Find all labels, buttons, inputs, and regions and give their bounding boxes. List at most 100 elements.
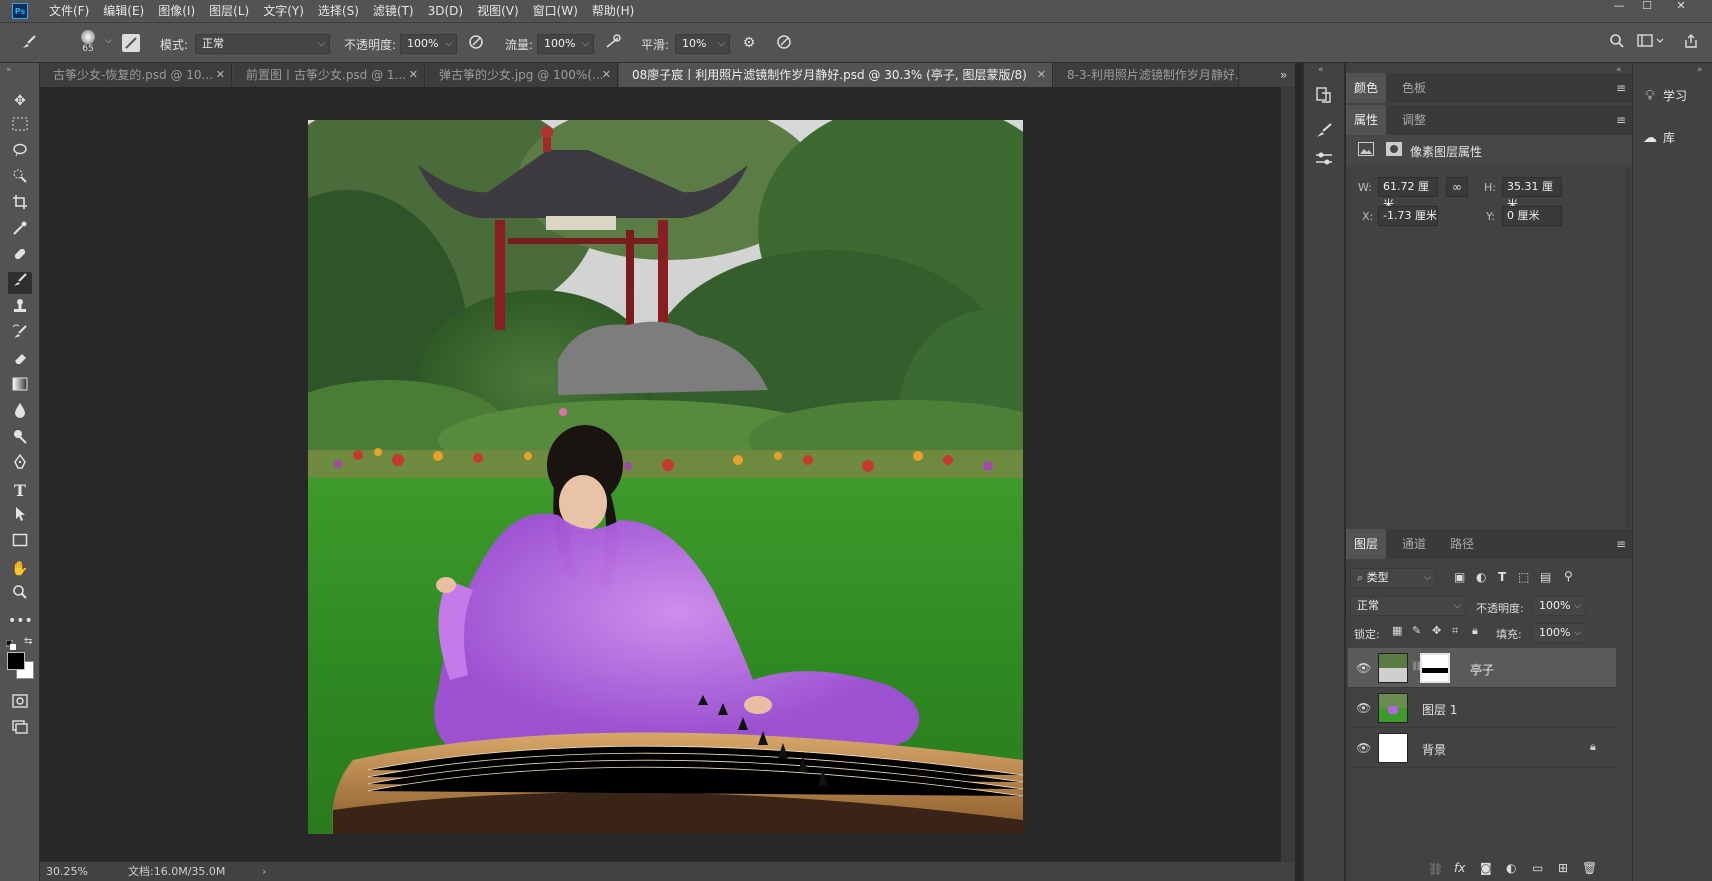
- brush-tool-icon[interactable]: [18, 33, 40, 57]
- adjustments-panel-icon[interactable]: [1314, 149, 1336, 169]
- quick-select-tool-icon[interactable]: [8, 168, 32, 190]
- panel-menu-icon[interactable]: ≡: [1616, 113, 1626, 127]
- tab-document-3[interactable]: 弹古筝的少女.jpg @ 100%(... ✕: [426, 63, 618, 87]
- menu-3d[interactable]: 3D(D): [421, 0, 470, 22]
- menu-help[interactable]: 帮助(H): [585, 0, 641, 22]
- height-field[interactable]: 35.31 厘米: [1502, 177, 1562, 211]
- layer-opacity-select[interactable]: 100% ⌵: [1532, 596, 1586, 616]
- share-icon[interactable]: [1680, 33, 1702, 55]
- lasso-tool-icon[interactable]: [8, 142, 32, 164]
- layer-row-background[interactable]: 👁︎ 背景 🔒︎: [1348, 728, 1616, 768]
- search-icon[interactable]: [1606, 33, 1628, 55]
- blur-tool-icon[interactable]: [8, 402, 32, 424]
- collapse-icon[interactable]: «: [1318, 65, 1324, 75]
- smoothing-select[interactable]: 10% ⌵: [675, 34, 730, 54]
- lock-position-icon[interactable]: ✥: [1432, 624, 1441, 637]
- menu-filter[interactable]: 滤镜(T): [366, 0, 421, 22]
- filter-smart-object-icon[interactable]: ▤: [1540, 570, 1551, 584]
- minimize-icon[interactable]: —: [1612, 0, 1626, 12]
- trash-icon[interactable]: 🗑︎: [1582, 861, 1597, 875]
- collapse-icon[interactable]: »: [1697, 65, 1703, 75]
- menu-edit[interactable]: 编辑(E): [96, 0, 151, 22]
- add-mask-icon[interactable]: ◙: [1480, 861, 1492, 875]
- rectangle-tool-icon[interactable]: [8, 532, 32, 554]
- pressure-size-icon[interactable]: [773, 33, 795, 57]
- healing-brush-tool-icon[interactable]: [8, 246, 32, 268]
- panel-menu-icon[interactable]: ≡: [1616, 537, 1626, 551]
- menu-image[interactable]: 图像(I): [151, 0, 202, 22]
- hand-tool-icon[interactable]: ✋: [8, 558, 32, 580]
- zoom-tool-icon[interactable]: [8, 584, 32, 606]
- tab-document-1[interactable]: 古筝少女-恢复的.psd @ 10... ✕: [40, 63, 232, 87]
- clone-stamp-tool-icon[interactable]: [8, 298, 32, 320]
- tab-adjustments[interactable]: 调整: [1394, 105, 1434, 135]
- filter-adjustment-icon[interactable]: ◐: [1476, 570, 1486, 584]
- filter-type-icon[interactable]: T: [1498, 570, 1506, 584]
- eyedropper-tool-icon[interactable]: [8, 220, 32, 242]
- fill-select[interactable]: 100% ⌵: [1532, 623, 1586, 643]
- screen-mode-icon[interactable]: [8, 719, 32, 741]
- dodge-tool-icon[interactable]: [8, 428, 32, 450]
- layer-filter-select[interactable]: ⌕ 类型 ⌵: [1350, 568, 1436, 588]
- close-icon[interactable]: ✕: [1037, 63, 1046, 87]
- close-icon[interactable]: ✕: [1674, 0, 1688, 12]
- collapse-icon[interactable]: »: [6, 65, 12, 75]
- menu-layer[interactable]: 图层(L): [202, 0, 256, 22]
- document-canvas-image[interactable]: [308, 120, 1023, 834]
- visibility-eye-icon[interactable]: 👁︎: [1356, 741, 1371, 755]
- tab-document-5[interactable]: 8-3-利用照片滤镜制作岁月静好.jp: [1054, 63, 1239, 87]
- layer-style-icon[interactable]: fx: [1454, 861, 1465, 875]
- gear-icon[interactable]: ⚙: [738, 33, 760, 53]
- library-button[interactable]: ☁︎ 库: [1637, 124, 1709, 152]
- learn-button[interactable]: 💡︎ 学习: [1637, 82, 1709, 110]
- lock-artboard-icon[interactable]: ⌗: [1452, 624, 1458, 638]
- visibility-eye-icon[interactable]: 👁︎: [1356, 701, 1371, 715]
- close-icon[interactable]: ✕: [216, 63, 225, 87]
- new-layer-icon[interactable]: ⊞: [1558, 861, 1568, 875]
- more-tools-icon[interactable]: •••: [8, 610, 33, 632]
- opacity-select[interactable]: 100% ⌵: [400, 34, 457, 54]
- swap-colors-icon[interactable]: ⇆: [24, 636, 32, 647]
- layer-row-layer1[interactable]: 👁︎ 图层 1: [1348, 688, 1616, 728]
- width-field[interactable]: 61.72 厘米: [1378, 177, 1438, 211]
- close-icon[interactable]: ✕: [409, 63, 418, 87]
- crop-tool-icon[interactable]: [8, 194, 32, 216]
- chevron-down-icon[interactable]: ⌵: [105, 36, 112, 46]
- properties-scrollbar[interactable]: [1626, 168, 1630, 528]
- layer-name[interactable]: 亭子: [1470, 661, 1494, 678]
- menu-type[interactable]: 文字(Y): [256, 0, 311, 22]
- workspace-switcher-icon[interactable]: [1636, 33, 1668, 55]
- path-selection-tool-icon[interactable]: [8, 506, 32, 528]
- layer-name[interactable]: 背景: [1422, 741, 1446, 758]
- close-icon[interactable]: ✕: [602, 63, 611, 87]
- layer-name[interactable]: 图层 1: [1422, 701, 1457, 718]
- lock-all-icon[interactable]: 🔒︎: [1472, 624, 1478, 638]
- maximize-icon[interactable]: ☐: [1640, 0, 1654, 12]
- tab-color[interactable]: 颜色: [1346, 73, 1387, 103]
- default-colors-icon[interactable]: [5, 639, 16, 650]
- flow-select[interactable]: 100% ⌵: [537, 34, 594, 54]
- brush-preset-picker[interactable]: 65: [78, 28, 98, 58]
- marquee-tool-icon[interactable]: [8, 116, 32, 138]
- menu-view[interactable]: 视图(V): [470, 0, 526, 22]
- brush-settings-panel-icon[interactable]: [1314, 121, 1336, 141]
- gradient-tool-icon[interactable]: [8, 376, 32, 398]
- vertical-scrollbar[interactable]: [1281, 87, 1295, 862]
- mode-select[interactable]: 正常 ⌵: [195, 34, 330, 54]
- x-field[interactable]: -1.73 厘米: [1378, 206, 1438, 226]
- visibility-eye-icon[interactable]: 👁︎: [1356, 661, 1371, 675]
- more-tabs-icon[interactable]: »: [1280, 63, 1287, 87]
- history-brush-tool-icon[interactable]: [8, 324, 32, 346]
- move-tool-icon[interactable]: ✥: [8, 90, 32, 112]
- foreground-color-swatch[interactable]: [7, 652, 25, 670]
- link-layers-icon[interactable]: ⛓︎: [1428, 862, 1443, 876]
- filter-shape-icon[interactable]: ⬚: [1518, 570, 1529, 584]
- filter-toggle-icon[interactable]: ⚲: [1564, 569, 1573, 583]
- type-tool-icon[interactable]: T: [8, 480, 32, 502]
- image-layer-icon[interactable]: [1358, 142, 1374, 156]
- tab-swatches[interactable]: 色板: [1394, 73, 1434, 103]
- tab-document-2[interactable]: 前置图丨古筝少女.psd @ 1... ✕: [233, 63, 425, 87]
- new-group-icon[interactable]: ▭: [1532, 861, 1543, 875]
- lock-transparent-icon[interactable]: ▦: [1392, 624, 1402, 637]
- filter-pixel-icon[interactable]: ▣: [1454, 570, 1465, 584]
